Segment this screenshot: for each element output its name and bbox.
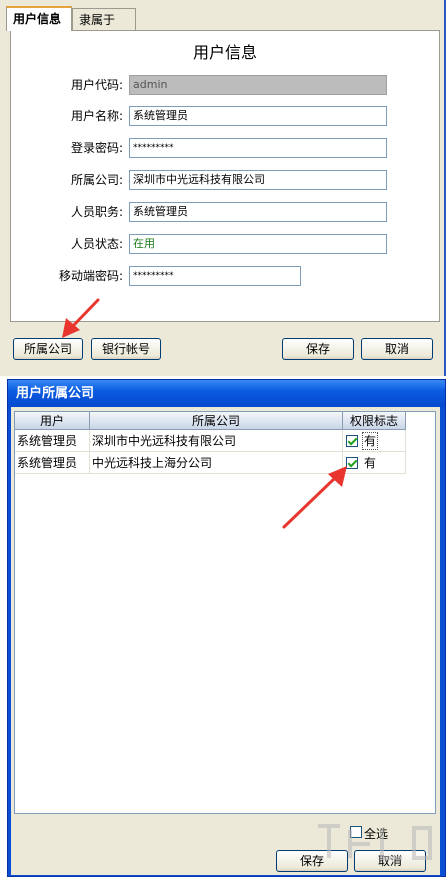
user-code-label: 用户代码: bbox=[70, 78, 123, 92]
field-row-login-password: 登录密码: bbox=[11, 138, 123, 158]
user-info-panel: 用户信息 用户代码: admin 用户名称: 系统管理员 登录密码: *****… bbox=[10, 30, 440, 322]
row-company-cell: 中光远科技上海分公司 bbox=[90, 452, 343, 474]
dialog-title: 用户所属公司 bbox=[8, 380, 445, 407]
table-row[interactable]: 系统管理员 中光远科技上海分公司 有 bbox=[15, 452, 408, 474]
status-label: 人员状态: bbox=[70, 237, 123, 251]
permission-checkbox[interactable] bbox=[346, 457, 358, 469]
field-row-user-name: 用户名称: bbox=[11, 106, 123, 126]
bank-account-button[interactable]: 银行帐号 bbox=[91, 338, 161, 360]
field-row-status: 人员状态: bbox=[11, 234, 123, 254]
user-company-dialog: 用户所属公司 用户 所属公司 权限标志 系统管理员 深圳市中光远科技有限公司 有… bbox=[7, 379, 446, 877]
row-permission-cell: 有 bbox=[343, 452, 406, 474]
field-row-company: 所属公司: bbox=[11, 170, 123, 190]
column-header-user[interactable]: 用户 bbox=[15, 412, 90, 430]
column-header-permission[interactable]: 权限标志 bbox=[343, 412, 406, 430]
user-info-button-bar: 所属公司 银行帐号 保存 取消 bbox=[0, 322, 444, 376]
permission-label: 有 bbox=[364, 456, 377, 470]
tab-belongs-to[interactable]: 隶属于 bbox=[72, 8, 136, 30]
form-title: 用户信息 bbox=[192, 43, 257, 62]
row-user-cell: 系统管理员 bbox=[15, 452, 90, 474]
field-row-position: 人员职务: bbox=[11, 202, 123, 222]
permission-checkbox[interactable] bbox=[346, 435, 358, 447]
tab-user-info[interactable]: 用户信息 bbox=[6, 6, 72, 31]
cancel-button[interactable]: 取消 bbox=[361, 338, 433, 360]
company-input[interactable]: 深圳市中光远科技有限公司 bbox=[129, 170, 387, 190]
login-password-label: 登录密码: bbox=[70, 141, 123, 155]
watermark-logo bbox=[318, 824, 432, 860]
permission-label: 有 bbox=[362, 432, 379, 450]
grid-header: 用户 所属公司 权限标志 bbox=[15, 412, 435, 430]
column-header-company[interactable]: 所属公司 bbox=[90, 412, 343, 430]
company-label: 所属公司: bbox=[70, 173, 123, 187]
user-code-input: admin bbox=[129, 75, 387, 95]
field-row-user-code: 用户代码: bbox=[11, 75, 123, 95]
status-input[interactable]: 在用 bbox=[129, 234, 387, 254]
user-info-window: 用户信息 隶属于 用户信息 用户代码: admin 用户名称: 系统管理员 登录… bbox=[0, 0, 446, 376]
row-company-cell: 深圳市中光远科技有限公司 bbox=[90, 430, 343, 452]
table-row[interactable]: 系统管理员 深圳市中光远科技有限公司 有 bbox=[15, 430, 408, 452]
row-permission-cell: 有 bbox=[343, 430, 406, 452]
company-button[interactable]: 所属公司 bbox=[13, 338, 83, 360]
row-user-cell: 系统管理员 bbox=[15, 430, 90, 452]
mobile-password-input[interactable]: ********* bbox=[129, 266, 301, 286]
user-name-input[interactable]: 系统管理员 bbox=[129, 106, 387, 126]
user-name-label: 用户名称: bbox=[70, 109, 123, 123]
position-label: 人员职务: bbox=[70, 205, 123, 219]
login-password-input[interactable]: ********* bbox=[129, 138, 387, 158]
save-button[interactable]: 保存 bbox=[282, 338, 354, 360]
company-grid: 用户 所属公司 权限标志 系统管理员 深圳市中光远科技有限公司 有 系统管理员 … bbox=[14, 411, 436, 814]
dialog-body: 用户 所属公司 权限标志 系统管理员 深圳市中光远科技有限公司 有 系统管理员 … bbox=[11, 407, 440, 875]
position-input[interactable]: 系统管理员 bbox=[129, 202, 387, 222]
field-row-mobile-password: 移动端密码: bbox=[11, 266, 123, 286]
mobile-password-label: 移动端密码: bbox=[58, 269, 123, 283]
